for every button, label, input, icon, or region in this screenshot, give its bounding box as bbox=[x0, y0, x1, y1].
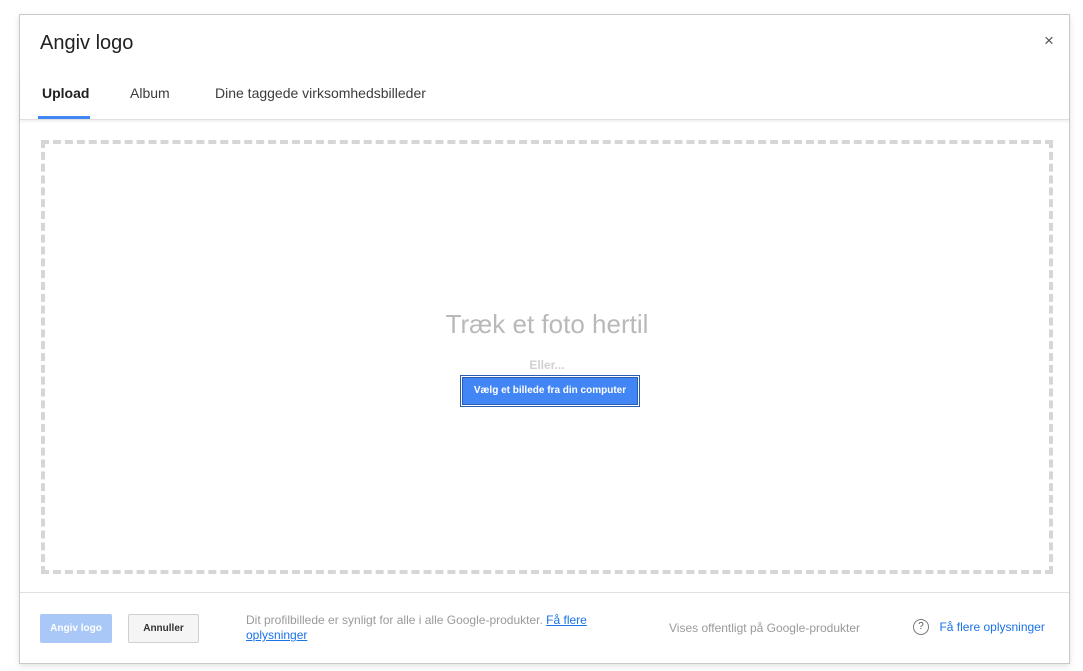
public-display-note: Vises offentligt på Google-produkter bbox=[669, 621, 861, 635]
background-page-strip bbox=[0, 0, 1083, 14]
help-learn-more-link[interactable]: Få flere oplysninger bbox=[939, 620, 1044, 634]
set-logo-button[interactable]: Angiv logo bbox=[40, 614, 112, 643]
drop-photo-text: Træk et foto hertil bbox=[445, 309, 649, 339]
dialog-title: Angiv logo bbox=[40, 32, 134, 54]
tab-upload[interactable]: Upload bbox=[42, 85, 89, 101]
or-text: Eller... bbox=[529, 358, 565, 372]
dialog-footer: Angiv logo Annuller Dit profilbillede er… bbox=[20, 592, 1069, 663]
active-tab-indicator bbox=[38, 116, 90, 119]
tab-album[interactable]: Album bbox=[130, 85, 170, 101]
profile-visibility-text: Dit profilbillede er synligt for alle i … bbox=[246, 613, 543, 627]
tab-bar: Upload Album Dine taggede virksomhedsbil… bbox=[20, 73, 1069, 120]
page: Angiv logo × Upload Album Dine taggede v… bbox=[0, 0, 1083, 671]
close-icon[interactable]: × bbox=[1039, 31, 1059, 51]
profile-visibility-note: Dit profilbillede er synligt for alle i … bbox=[246, 613, 626, 643]
help-section: ? Få flere oplysninger bbox=[913, 618, 1045, 636]
help-icon[interactable]: ? bbox=[913, 618, 929, 635]
tab-tagged-business-photos[interactable]: Dine taggede virksomhedsbilleder bbox=[215, 85, 426, 101]
set-logo-dialog: Angiv logo × Upload Album Dine taggede v… bbox=[19, 14, 1070, 664]
cancel-button[interactable]: Annuller bbox=[128, 614, 199, 643]
choose-from-computer-button[interactable]: Vælg et billede fra din computer bbox=[461, 376, 639, 406]
photo-dropzone[interactable]: Træk et foto hertil Eller... Vælg et bil… bbox=[41, 140, 1053, 574]
